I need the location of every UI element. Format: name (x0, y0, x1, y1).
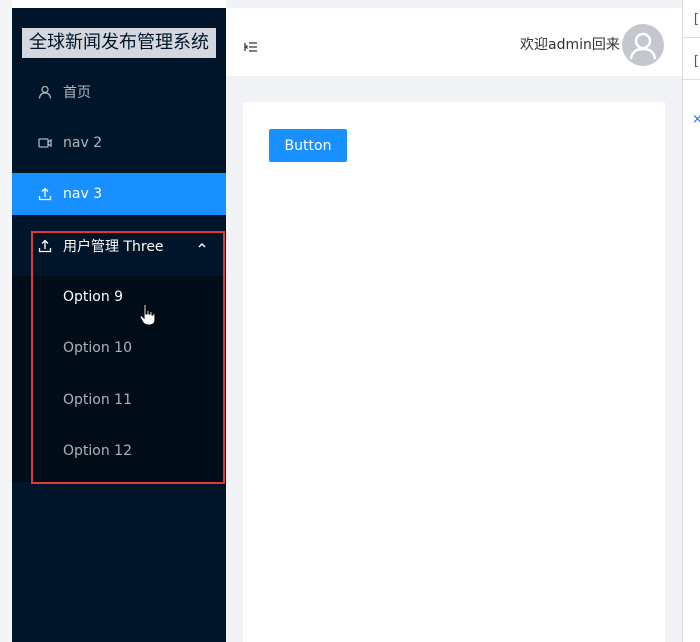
top-strip (226, 0, 682, 8)
submenu-item-option12[interactable]: Option 12 (12, 430, 226, 472)
content-card (243, 102, 665, 642)
bracket-icon: [ (692, 54, 700, 69)
devtools-panel: [ [ × (682, 0, 700, 642)
left-gutter (0, 0, 12, 642)
chevron-up-icon (196, 239, 208, 251)
submenu-item-label: Option 12 (63, 443, 132, 459)
sidebar-item-label: nav 2 (63, 135, 103, 151)
devtools-row[interactable]: [ (683, 46, 700, 80)
submenu-item-option9[interactable]: Option 9 (12, 276, 226, 318)
sidebar-item-label: nav 3 (63, 186, 103, 202)
sidebar: 全球新闻发布管理系统 首页 nav 2 nav 3 用户管理 Three Opt… (12, 8, 226, 642)
hand-cursor-icon (138, 303, 158, 327)
submenu-item-label: Option 9 (63, 289, 124, 305)
app-title: 全球新闻发布管理系统 (22, 28, 216, 58)
user-avatar-icon[interactable] (622, 24, 664, 66)
upload-icon (38, 239, 52, 253)
video-camera-icon (38, 136, 52, 150)
submenu-item-option11[interactable]: Option 11 (12, 379, 226, 421)
upload-icon (38, 187, 52, 201)
sidebar-item-home[interactable]: 首页 (12, 71, 226, 113)
devtools-row[interactable]: [ (683, 4, 700, 38)
submenu-item-label: Option 10 (63, 340, 132, 356)
welcome-text: 欢迎admin回来 (520, 37, 620, 53)
bracket-icon: [ (692, 12, 700, 27)
sidebar-item-label: 用户管理 Three (63, 239, 164, 255)
sidebar-item-label: 首页 (63, 85, 91, 101)
sidebar-item-nav2[interactable]: nav 2 (12, 122, 226, 164)
sidebar-submenu-user-management[interactable]: 用户管理 Three (12, 225, 226, 267)
close-icon[interactable]: × (692, 112, 700, 127)
user-icon (38, 85, 52, 99)
sidebar-item-nav3[interactable]: nav 3 (12, 173, 226, 215)
submenu: Option 9 Option 10 Option 11 Option 12 (12, 276, 226, 482)
primary-button[interactable]: Button (269, 129, 347, 162)
submenu-item-option10[interactable]: Option 10 (12, 327, 226, 369)
submenu-item-label: Option 11 (63, 392, 132, 408)
menu-fold-icon[interactable] (244, 38, 258, 52)
